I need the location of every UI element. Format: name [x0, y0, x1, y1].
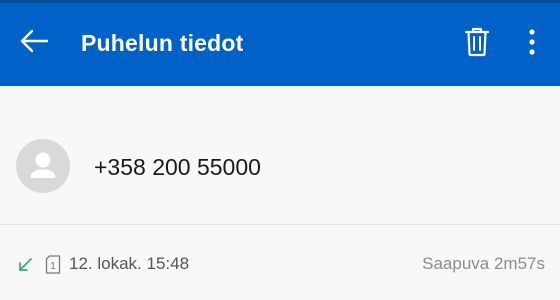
contact-row[interactable]: +358 200 55000 [0, 86, 560, 224]
delete-button[interactable] [455, 22, 499, 66]
arrow-left-icon [18, 29, 50, 58]
sim-1-icon: 1 [45, 255, 61, 274]
page-title: Puhelun tiedot [81, 30, 244, 56]
call-log-entry: 1 12. lokak. 15:48 Saapuva 2m57s [0, 225, 560, 300]
call-datetime: 12. lokak. 15:48 [69, 254, 190, 273]
trash-icon [464, 27, 490, 62]
phone-number: +358 200 55000 [94, 154, 261, 180]
back-button[interactable] [12, 23, 56, 63]
call-type-duration: Saapuva 2m57s [422, 254, 545, 273]
svg-text:1: 1 [50, 261, 56, 272]
app-bar: Puhelun tiedot [0, 0, 560, 86]
more-vertical-icon [528, 28, 536, 60]
person-icon [16, 152, 70, 193]
more-options-button[interactable] [512, 22, 552, 66]
incoming-call-icon [17, 257, 33, 273]
avatar [16, 139, 70, 193]
